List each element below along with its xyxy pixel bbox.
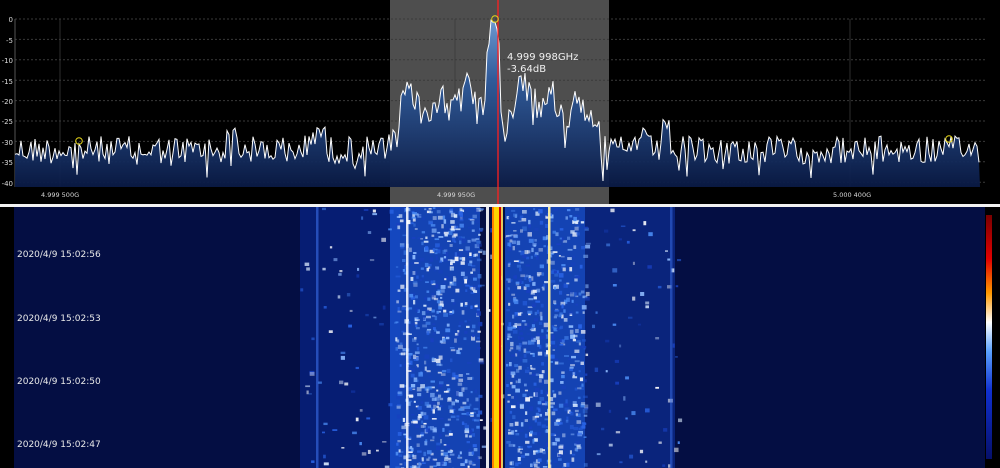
y-tick-label: -15 [2, 78, 13, 86]
freq-label-right: 5.000 400G [833, 191, 871, 199]
timestamp-label: 2020/4/9 15:02:50 [17, 377, 101, 387]
waterfall-image [0, 207, 1000, 468]
freq-label-center: 4.999 950G [437, 191, 475, 199]
freq-label-left: 4.999 500G [41, 191, 79, 199]
y-tick-label: -40 [2, 180, 13, 188]
y-axis: 0 -5 -10 -15 -20 -25 -30 -35 -40 [2, 16, 13, 188]
waterfall-panel[interactable]: 2020/4/9 15:02:56 2020/4/9 15:02:53 2020… [0, 207, 1000, 468]
color-scale-bar [986, 215, 992, 459]
spectrum-panel[interactable]: 0 -5 -10 -15 -20 -25 -30 -35 -40 4.999 9… [0, 0, 1000, 204]
spectrum-plot[interactable]: 0 -5 -10 -15 -20 -25 -30 -35 -40 4.999 9… [0, 0, 1000, 204]
y-tick-label: -30 [2, 139, 13, 147]
marker-level: -3.64dB [507, 64, 546, 75]
timestamp-label: 2020/4/9 15:02:56 [17, 250, 101, 260]
y-tick-label: -5 [6, 37, 13, 45]
timestamp-label: 2020/4/9 15:02:47 [17, 440, 101, 450]
y-tick-label: 0 [9, 16, 13, 24]
marker-frequency: 4.999 998GHz [507, 52, 578, 63]
y-tick-label: -25 [2, 118, 13, 126]
y-tick-label: -35 [2, 159, 13, 167]
y-tick-label: -20 [2, 98, 13, 106]
timestamp-label: 2020/4/9 15:02:53 [17, 314, 101, 324]
y-tick-label: -10 [2, 57, 13, 65]
